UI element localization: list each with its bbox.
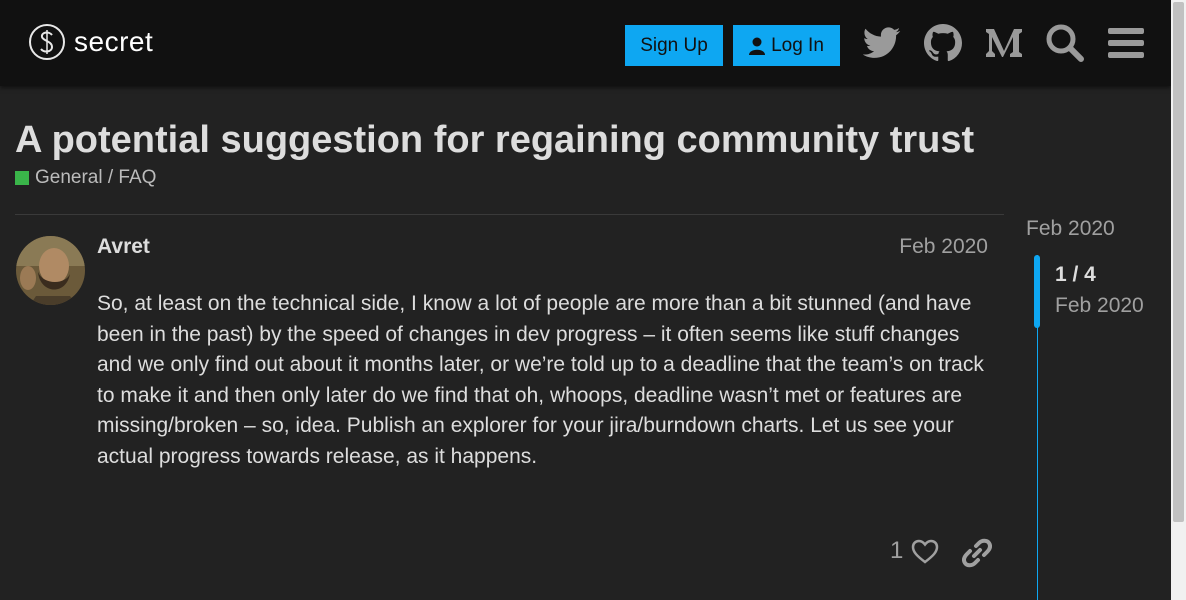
log-in-button[interactable]: Log In [733, 25, 840, 66]
medium-icon[interactable] [983, 22, 1025, 64]
category-badge[interactable]: General / FAQ [15, 167, 156, 189]
topic-title[interactable]: A potential suggestion for regaining com… [15, 119, 974, 162]
heart-icon [912, 539, 939, 564]
like-button[interactable]: 1 [890, 537, 939, 565]
timeline-handle[interactable] [1034, 255, 1040, 328]
page-scrollbar-thumb[interactable] [1173, 2, 1184, 522]
post-body: So, at least on the technical side, I kn… [97, 292, 984, 468]
search-icon[interactable] [1044, 22, 1086, 64]
avatar[interactable] [16, 236, 85, 305]
site-header: secret Sign Up Log In [0, 0, 1171, 86]
site-logo[interactable]: secret [29, 24, 153, 60]
user-icon [749, 37, 766, 55]
sign-up-label: Sign Up [640, 34, 708, 56]
timeline-current-date: Feb 2020 [1055, 294, 1144, 317]
timeline-start-date[interactable]: Feb 2020 [1026, 217, 1115, 241]
link-icon[interactable] [961, 538, 993, 573]
hamburger-menu-icon[interactable] [1105, 22, 1147, 64]
timeline-position: 1 / 4 [1055, 263, 1096, 286]
post-username[interactable]: Avret [97, 235, 150, 259]
topic-divider [15, 214, 1004, 215]
log-in-label: Log In [771, 34, 824, 56]
github-icon[interactable] [922, 22, 964, 64]
logo-text: secret [74, 26, 154, 57]
category-label: General / FAQ [35, 167, 157, 188]
category-color-swatch [15, 171, 29, 185]
logo-icon [29, 24, 65, 60]
post-date[interactable]: Feb 2020 [899, 235, 988, 259]
sign-up-button[interactable]: Sign Up [625, 25, 723, 66]
like-count: 1 [890, 537, 904, 564]
twitter-icon[interactable] [861, 22, 903, 64]
